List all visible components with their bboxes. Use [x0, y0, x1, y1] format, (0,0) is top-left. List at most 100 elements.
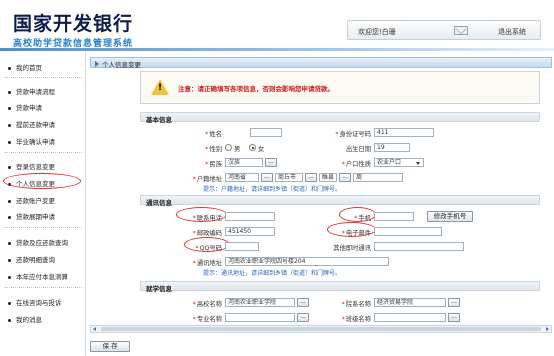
change-mobile-button[interactable]: 修改手机号	[427, 211, 473, 222]
gender-male-radio[interactable]	[225, 144, 232, 151]
sidebar-item-label: 本年应付本息测算	[16, 273, 68, 281]
sidebar-item-graduation[interactable]: 毕业确认申请	[8, 136, 55, 146]
sidebar-divider	[4, 287, 82, 288]
sidebar-item-label: 登录信息变更	[16, 163, 55, 171]
bullet-icon	[8, 66, 11, 70]
city-field[interactable]: 商丘市	[275, 173, 303, 182]
dept-picker-button[interactable]: ...	[448, 298, 460, 307]
addr-label: *通讯地址	[192, 260, 222, 267]
major-label: *专业名称	[192, 316, 222, 323]
save-button[interactable]: 保 存	[90, 341, 130, 352]
hukou-type-select[interactable]: 农业户口	[374, 158, 424, 167]
county-picker-button[interactable]: ...	[339, 173, 351, 182]
nation-field[interactable]: 汉族	[225, 158, 263, 167]
name-field[interactable]	[250, 128, 282, 137]
message-envelope-icon[interactable]	[454, 26, 468, 35]
section-title: 基本信息	[146, 116, 172, 124]
city-picker-button[interactable]: ...	[305, 173, 317, 182]
scroll-left-icon[interactable]	[93, 327, 96, 331]
bullet-icon	[8, 165, 11, 169]
horizontal-scrollbar[interactable]	[90, 325, 552, 333]
sidebar-divider	[4, 152, 82, 153]
sidebar-divider	[4, 227, 82, 228]
sidebar-item-label: 贷款申请流程	[16, 88, 55, 96]
mobile-field[interactable]	[374, 212, 414, 221]
street-field[interactable]: 周	[353, 173, 403, 182]
sidebar-item-label: 还款账户变更	[16, 197, 55, 205]
scroll-thumb[interactable]	[101, 327, 541, 331]
college-field[interactable]: 河南农业职业学院	[225, 298, 295, 307]
dept-field[interactable]: 经济贸易学院	[374, 298, 446, 307]
sidebar-item-interest-calc[interactable]: 本年应付本息测算	[8, 271, 68, 281]
header: 国家开发银行 高校助学贷款信息管理系统 欢迎您!白珊 退出系统	[0, 0, 554, 49]
scroll-right-icon[interactable]	[546, 327, 549, 331]
name-label: *姓名	[205, 131, 222, 138]
gender-male-label: 男	[234, 146, 241, 153]
bullet-icon	[8, 258, 11, 262]
idno-field[interactable]: 411	[374, 128, 434, 137]
class-picker-button[interactable]: ...	[448, 313, 460, 322]
bullet-icon	[8, 215, 11, 219]
bullet-icon	[8, 241, 11, 245]
sidebar-item-loan-apply[interactable]: 贷款申请	[8, 102, 42, 112]
birth-label: 出生日期	[345, 146, 371, 153]
section-school-info: 就学信息	[140, 281, 540, 293]
annotation-circle	[176, 207, 227, 222]
sidebar-item-label: 提前还款申请	[16, 121, 55, 129]
sidebar-item-loan-process[interactable]: 贷款申请流程	[8, 86, 55, 96]
birth-field[interactable]: 19	[374, 143, 410, 152]
dept-label: *院系名称	[341, 301, 371, 308]
hukou-addr-label: *户籍地址	[192, 176, 222, 183]
sidebar-item-repay-account[interactable]: 还款账户变更	[8, 195, 55, 205]
other-im-field[interactable]	[374, 242, 464, 251]
major-field[interactable]	[225, 313, 295, 322]
arrow-right-icon	[95, 61, 99, 67]
major-picker-button[interactable]: ...	[297, 313, 309, 322]
sidebar-item-label: 我的消息	[16, 316, 42, 324]
sidebar-item-home[interactable]: 我的首页	[8, 62, 42, 72]
gender-label: *性别	[205, 146, 222, 153]
email-field[interactable]	[374, 227, 442, 236]
phone-field[interactable]	[225, 212, 275, 221]
notice-text: 注意：请正确填写各项信息，否则会影响您申请贷款。	[178, 85, 334, 93]
annotation-circle	[339, 207, 376, 222]
bullet-icon	[8, 140, 11, 144]
sidebar-item-loan-query[interactable]: 贷款及应还款查询	[8, 237, 68, 247]
nation-label: *民族	[205, 161, 222, 168]
section-contact-info: 通讯信息	[140, 195, 540, 207]
bullet-icon	[8, 106, 11, 110]
gender-female-radio[interactable]	[249, 144, 256, 151]
province-picker-button[interactable]: ...	[261, 173, 273, 182]
annotation-circle	[3, 173, 81, 189]
bullet-icon	[8, 199, 11, 203]
warning-icon	[151, 79, 169, 95]
idno-label: *身份证号码	[335, 131, 371, 138]
sidebar-item-label: 贷款展期申请	[16, 213, 55, 221]
zip-label: *邮政编码	[192, 230, 222, 237]
sidebar-item-repay-detail[interactable]: 还款明细查询	[8, 254, 55, 264]
province-field[interactable]: 河南省	[225, 173, 259, 182]
addr-tip: 提示：通讯地址，请详细到乡镇（街道）和门牌号。	[203, 270, 342, 277]
sidebar-item-extension[interactable]: 贷款展期申请	[8, 211, 55, 221]
section-title: 就学信息	[146, 285, 172, 293]
sidebar-item-login-info[interactable]: 登录信息变更	[8, 161, 55, 171]
class-field[interactable]	[374, 313, 446, 322]
sidebar-item-label: 我的首页	[16, 64, 42, 72]
sidebar-item-label: 毕业确认申请	[16, 138, 55, 146]
college-label: *高校名称	[192, 301, 222, 308]
sidebar-item-label: 贷款及应还款查询	[16, 239, 68, 247]
app-root: 国家开发银行 高校助学贷款信息管理系统 欢迎您!白珊 退出系统 我的首页 贷款申…	[0, 0, 554, 356]
sidebar-item-early-repay[interactable]: 提前还款申请	[8, 119, 55, 129]
bullet-icon	[8, 301, 11, 305]
sidebar-item-consult[interactable]: 在线咨询与投诉	[8, 297, 62, 307]
bullet-icon	[8, 123, 11, 127]
logout-link[interactable]: 退出系统	[498, 27, 526, 37]
sidebar-item-messages[interactable]: 我的消息	[8, 314, 42, 324]
breadcrumb: 个人信息变更	[90, 57, 552, 69]
nation-picker-button[interactable]: ...	[265, 158, 277, 167]
addr-field[interactable]: 河南农业职业学院四号楼204	[225, 257, 389, 266]
zip-field[interactable]: 451450	[225, 227, 275, 236]
county-field[interactable]: 睢县	[319, 173, 337, 182]
college-picker-button[interactable]: ...	[297, 298, 309, 307]
qq-field[interactable]	[225, 242, 259, 251]
